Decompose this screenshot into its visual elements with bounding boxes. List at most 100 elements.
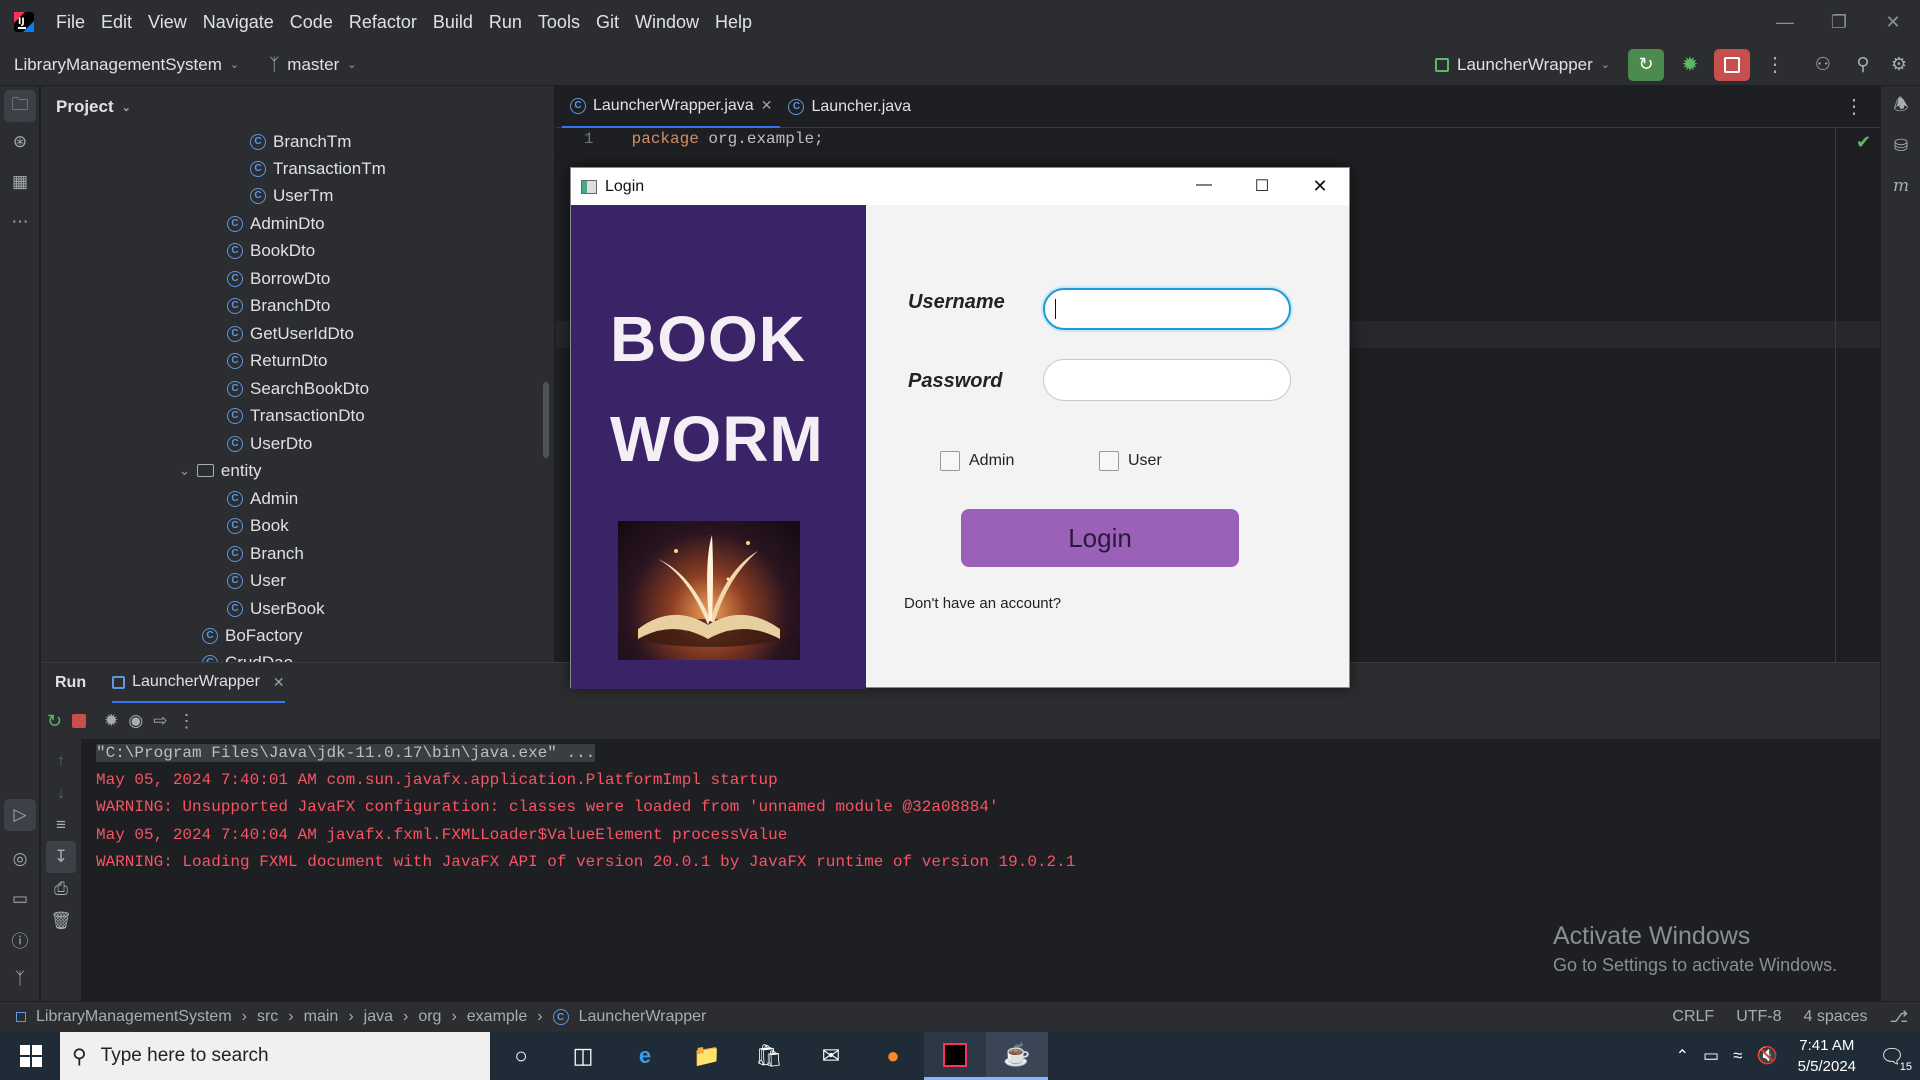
tree-item[interactable]: C TransactionTm xyxy=(250,155,386,182)
minimize-icon[interactable]: — xyxy=(1175,176,1233,197)
password-input[interactable] xyxy=(1043,359,1291,401)
tree-item[interactable]: C BranchDto xyxy=(227,292,330,319)
close-tab-icon[interactable]: ✕ xyxy=(273,674,285,691)
maven-icon[interactable]: m xyxy=(1881,166,1920,206)
store-icon[interactable]: 🛍 xyxy=(738,1032,800,1080)
wifi-icon[interactable]: ≈ xyxy=(1733,1046,1742,1066)
branch-selector[interactable]: ᛉ master ⌄ xyxy=(269,55,356,75)
notifications-bell-icon[interactable]: 🕭 xyxy=(1881,86,1920,126)
breadcrumb-item[interactable]: src xyxy=(257,1008,278,1026)
tree-item[interactable]: C UserDto xyxy=(227,430,312,457)
user-checkbox-row[interactable]: User xyxy=(1099,451,1162,471)
add-user-icon[interactable]: ⚇ xyxy=(1808,54,1838,75)
admin-checkbox-row[interactable]: Admin xyxy=(940,451,1014,471)
scroll-up-icon[interactable]: ↑ xyxy=(41,745,81,777)
stop-button[interactable] xyxy=(1714,48,1750,81)
run-config-selector[interactable]: LauncherWrapper ⌄ xyxy=(1435,55,1610,75)
exit-icon[interactable]: ⇨ xyxy=(153,711,167,731)
project-pane-header[interactable]: Project ⌄ xyxy=(41,86,554,128)
run-tab-launcherwrapper[interactable]: LauncherWrapper ✕ xyxy=(112,663,285,703)
more-actions-icon[interactable]: ⋮ xyxy=(177,711,195,732)
admin-checkbox[interactable] xyxy=(940,451,960,471)
rerun-button[interactable]: ↻ xyxy=(1628,48,1664,81)
menu-refactor[interactable]: Refactor xyxy=(341,0,425,44)
commit-icon[interactable]: ⊛ xyxy=(0,122,40,162)
menu-code[interactable]: Code xyxy=(282,0,341,44)
volume-muted-icon[interactable]: 🔇 xyxy=(1756,1046,1777,1066)
mail-icon[interactable]: ✉ xyxy=(800,1032,862,1080)
trash-icon[interactable]: 🗑 xyxy=(41,905,81,937)
tree-item[interactable]: C Branch xyxy=(227,540,304,567)
debug-icon[interactable]: ✹ xyxy=(104,711,118,731)
taskbar-search-box[interactable]: ⚲ Type here to search xyxy=(60,1032,490,1080)
tab-launcher[interactable]: C Launcher.java xyxy=(780,86,919,128)
menu-file[interactable]: File xyxy=(48,0,93,44)
minimize-icon[interactable]: — xyxy=(1758,0,1812,44)
tree-item[interactable]: C ReturnDto xyxy=(227,347,327,374)
scroll-down-icon[interactable]: ↓ xyxy=(41,777,81,809)
close-icon[interactable]: ✕ xyxy=(1291,176,1349,197)
indent-indicator[interactable]: 4 spaces xyxy=(1804,1008,1868,1026)
more-actions-icon[interactable]: ⋮ xyxy=(1760,52,1790,77)
tree-item[interactable]: C BookDto xyxy=(227,237,315,264)
menu-edit[interactable]: Edit xyxy=(93,0,140,44)
database-icon[interactable]: ⛁ xyxy=(1881,126,1920,166)
scroll-to-end-icon[interactable]: ↧ xyxy=(46,841,76,873)
tree-item[interactable]: C SearchBookDto xyxy=(227,375,369,402)
tree-item[interactable]: C TransactionDto xyxy=(227,402,365,429)
breadcrumb-item[interactable]: example xyxy=(467,1008,527,1026)
lock-icon[interactable]: ⎇ xyxy=(1890,1007,1908,1027)
windows-start-icon[interactable] xyxy=(0,1032,62,1080)
more-tools-icon[interactable]: ⋯ xyxy=(0,202,40,242)
code-line[interactable]: 1 package org.example; xyxy=(584,130,824,148)
tree-item[interactable]: C CrudDao xyxy=(202,649,293,662)
tree-item[interactable]: C User xyxy=(227,567,286,594)
settings-gear-icon[interactable]: ⚙ xyxy=(1884,54,1914,75)
tab-options-icon[interactable]: ⋮ xyxy=(1844,94,1864,119)
close-icon[interactable]: ✕ xyxy=(1866,0,1920,44)
login-window-titlebar[interactable]: Login — ☐ ✕ xyxy=(571,168,1349,205)
tree-item[interactable]: C BoFactory xyxy=(202,622,302,649)
run-panel-title[interactable]: Run xyxy=(55,674,86,692)
print-icon[interactable]: ⎙ xyxy=(41,873,81,905)
breadcrumb-item[interactable]: java xyxy=(364,1008,393,1026)
search-icon[interactable]: ⚲ xyxy=(1848,54,1878,75)
line-separator-indicator[interactable]: CRLF xyxy=(1672,1008,1714,1026)
java-app-icon[interactable]: ☕ xyxy=(986,1032,1048,1080)
menu-run[interactable]: Run xyxy=(481,0,530,44)
services-icon[interactable]: ◎ xyxy=(0,839,40,879)
tab-launcherwrapper[interactable]: C LauncherWrapper.java ✕ xyxy=(562,86,781,128)
task-view-icon[interactable]: ◫ xyxy=(552,1032,614,1080)
breadcrumb-item[interactable]: org xyxy=(418,1008,441,1026)
edge-icon[interactable]: e xyxy=(614,1032,676,1080)
chevron-down-icon[interactable]: ⌄ xyxy=(179,463,190,479)
scrollbar-thumb[interactable] xyxy=(543,382,549,458)
tree-item[interactable]: C UserTm xyxy=(250,182,333,209)
maximize-icon[interactable]: ☐ xyxy=(1233,176,1291,197)
rerun-icon[interactable]: ↻ xyxy=(47,711,62,732)
intellij-logo-icon[interactable]: IJ xyxy=(10,8,38,36)
soft-wrap-icon[interactable]: ≡ xyxy=(41,809,81,841)
menu-build[interactable]: Build xyxy=(425,0,481,44)
restore-icon[interactable]: ❐ xyxy=(1812,0,1866,44)
menu-view[interactable]: View xyxy=(140,0,195,44)
git-icon[interactable]: ᛉ xyxy=(0,959,40,999)
debug-icon[interactable]: ✹ xyxy=(1672,49,1708,81)
breadcrumb-item[interactable]: LibraryManagementSystem xyxy=(36,1008,232,1026)
username-input[interactable] xyxy=(1043,288,1291,330)
tree-folder-entity[interactable]: ⌄ entity xyxy=(179,457,262,484)
file-explorer-icon[interactable]: 📁 xyxy=(676,1032,738,1080)
tree-item[interactable]: C AdminDto xyxy=(227,210,325,237)
menu-git[interactable]: Git xyxy=(588,0,627,44)
signup-link[interactable]: Don't have an account? xyxy=(904,595,1061,612)
menu-window[interactable]: Window xyxy=(627,0,707,44)
terminal-icon[interactable]: ▭ xyxy=(0,879,40,919)
camera-icon[interactable]: ◉ xyxy=(128,711,143,731)
battery-icon[interactable]: ▭ xyxy=(1703,1046,1719,1066)
tree-item[interactable]: C BorrowDto xyxy=(227,265,330,292)
clock[interactable]: 7:41 AM 5/5/2024 xyxy=(1798,1035,1856,1077)
structure-icon[interactable]: ▦ xyxy=(0,162,40,202)
notification-center-icon[interactable]: 🗨 15 xyxy=(1870,1044,1914,1073)
close-tab-icon[interactable]: ✕ xyxy=(761,97,773,114)
encoding-indicator[interactable]: UTF-8 xyxy=(1736,1008,1781,1026)
